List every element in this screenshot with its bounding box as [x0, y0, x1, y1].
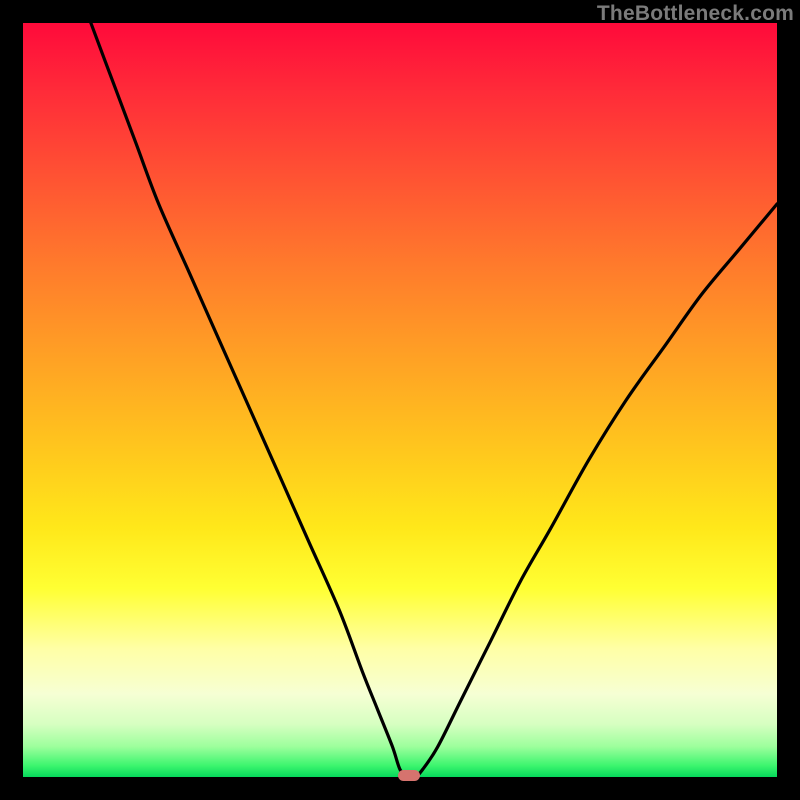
- bottleneck-curve: [23, 23, 777, 777]
- optimum-marker: [398, 770, 420, 781]
- plot-area: [23, 23, 777, 777]
- watermark-text: TheBottleneck.com: [597, 2, 794, 26]
- frame: TheBottleneck.com: [0, 0, 800, 800]
